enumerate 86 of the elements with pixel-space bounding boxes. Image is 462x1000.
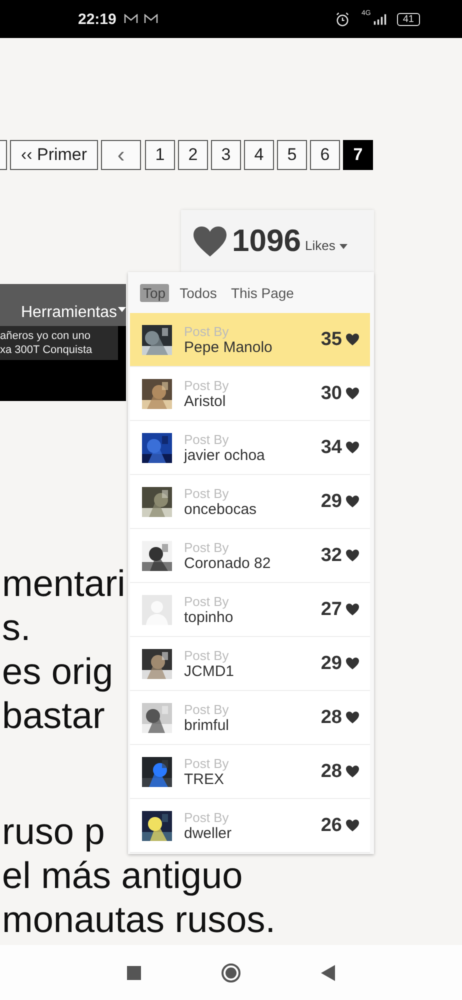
page-button[interactable]: 1: [145, 140, 175, 170]
post-by-label: Post By: [184, 648, 230, 662]
post-by-label: Post By: [184, 540, 230, 554]
tooltip-text: xa 300T Conquista: [0, 343, 94, 357]
post-by-label: Post By: [184, 486, 230, 500]
heart-icon: [345, 333, 360, 346]
mail-icon: [144, 14, 158, 24]
author-name: oncebocas: [184, 500, 258, 518]
article-text: ruso p: [2, 810, 105, 854]
author-name: dweller: [184, 824, 233, 842]
like-count: 26: [320, 814, 342, 836]
likes-label: Likes: [304, 238, 336, 252]
heart-icon: [345, 603, 360, 616]
liker-row[interactable]: Post By oncebocas 29: [130, 475, 370, 529]
tooltip-text: añeros yo con uno: [0, 329, 92, 343]
like-count: 29: [320, 490, 342, 512]
author-name: Pepe Manolo: [184, 338, 274, 356]
heart-icon: [345, 549, 360, 562]
post-by-label: Post By: [184, 810, 230, 824]
liker-row[interactable]: Post By Coronado 82 32: [130, 529, 370, 583]
like-count: 34: [320, 436, 342, 458]
post-by-label: Post By: [184, 756, 230, 770]
liker-row[interactable]: Post By TREX 28: [130, 745, 370, 799]
previous-page-button[interactable]: ‹: [101, 140, 141, 170]
caret-icon: [339, 244, 348, 248]
liker-row[interactable]: Post By JCMD1 29: [130, 637, 370, 691]
likes-header[interactable]: 1096 Likes: [181, 210, 374, 272]
filter-tab[interactable]: Todos: [176, 284, 220, 302]
heart-icon: [345, 387, 360, 400]
article-text: s.: [2, 606, 31, 650]
page-button[interactable]: 2: [178, 140, 208, 170]
like-count: 28: [320, 760, 342, 782]
mail-icon: [124, 14, 138, 24]
page-button[interactable]: 6: [310, 140, 340, 170]
home-icon[interactable]: [221, 962, 241, 982]
page-button[interactable]: 4: [244, 140, 274, 170]
article-text: monautas rusos.: [2, 898, 276, 942]
heart-icon: [345, 819, 360, 832]
liker-row[interactable]: Post By dweller 26: [130, 799, 370, 853]
author-name: Aristol: [184, 392, 226, 410]
like-count: 32: [320, 544, 342, 566]
liker-row[interactable]: Post By topinho 27: [130, 583, 370, 637]
article-text: bastar: [2, 694, 105, 738]
article-text: el más antiguo: [2, 854, 243, 898]
page-button[interactable]: 3: [211, 140, 241, 170]
author-name: topinho: [184, 608, 234, 626]
post-by-label: Post By: [184, 432, 230, 446]
alarm-icon: [334, 12, 350, 26]
heart-icon: [345, 495, 360, 508]
heart-icon: [192, 224, 228, 258]
author-name: TREX: [184, 770, 224, 788]
page-button[interactable]: 7: [343, 140, 373, 170]
tools-menu[interactable]: Herramientas: [0, 284, 126, 326]
like-count: 27: [320, 598, 342, 620]
article-text: mentari: [2, 562, 126, 606]
likes-count: 1096: [232, 223, 301, 259]
post-by-label: Post By: [184, 594, 230, 608]
post-by-label: Post By: [184, 702, 230, 716]
caret-icon: [118, 307, 126, 312]
heart-icon: [345, 657, 360, 670]
heart-icon: [345, 441, 360, 454]
liker-row[interactable]: Post By Aristol 30: [130, 367, 370, 421]
liker-row[interactable]: Post By brimful 28: [130, 691, 370, 745]
like-count: 28: [320, 706, 342, 728]
article-text: es orig: [2, 650, 114, 694]
clock-time: 22:19: [78, 10, 116, 28]
heart-icon: [345, 711, 360, 724]
post-by-label: Post By: [184, 324, 230, 338]
author-name: Coronado 82: [184, 554, 272, 572]
signal-icon: [372, 14, 387, 24]
author-name: javier ochoa: [184, 446, 266, 464]
liker-row[interactable]: Post By Pepe Manolo 35: [130, 313, 370, 367]
battery-indicator: 41: [396, 12, 420, 26]
first-page-button[interactable]: ‹‹ Primer: [10, 140, 98, 170]
like-count: 29: [320, 652, 342, 674]
like-count: 30: [320, 382, 342, 404]
back-icon[interactable]: [321, 964, 335, 980]
liker-row[interactable]: Post By javier ochoa 34: [130, 421, 370, 475]
author-name: brimful: [184, 716, 230, 734]
page-button[interactable]: 5: [277, 140, 307, 170]
author-name: JCMD1: [184, 662, 236, 680]
recents-icon[interactable]: [127, 966, 141, 980]
filter-tab[interactable]: This Page: [228, 284, 297, 302]
like-count: 35: [320, 328, 342, 350]
heart-icon: [345, 765, 360, 778]
post-by-label: Post By: [184, 378, 230, 392]
